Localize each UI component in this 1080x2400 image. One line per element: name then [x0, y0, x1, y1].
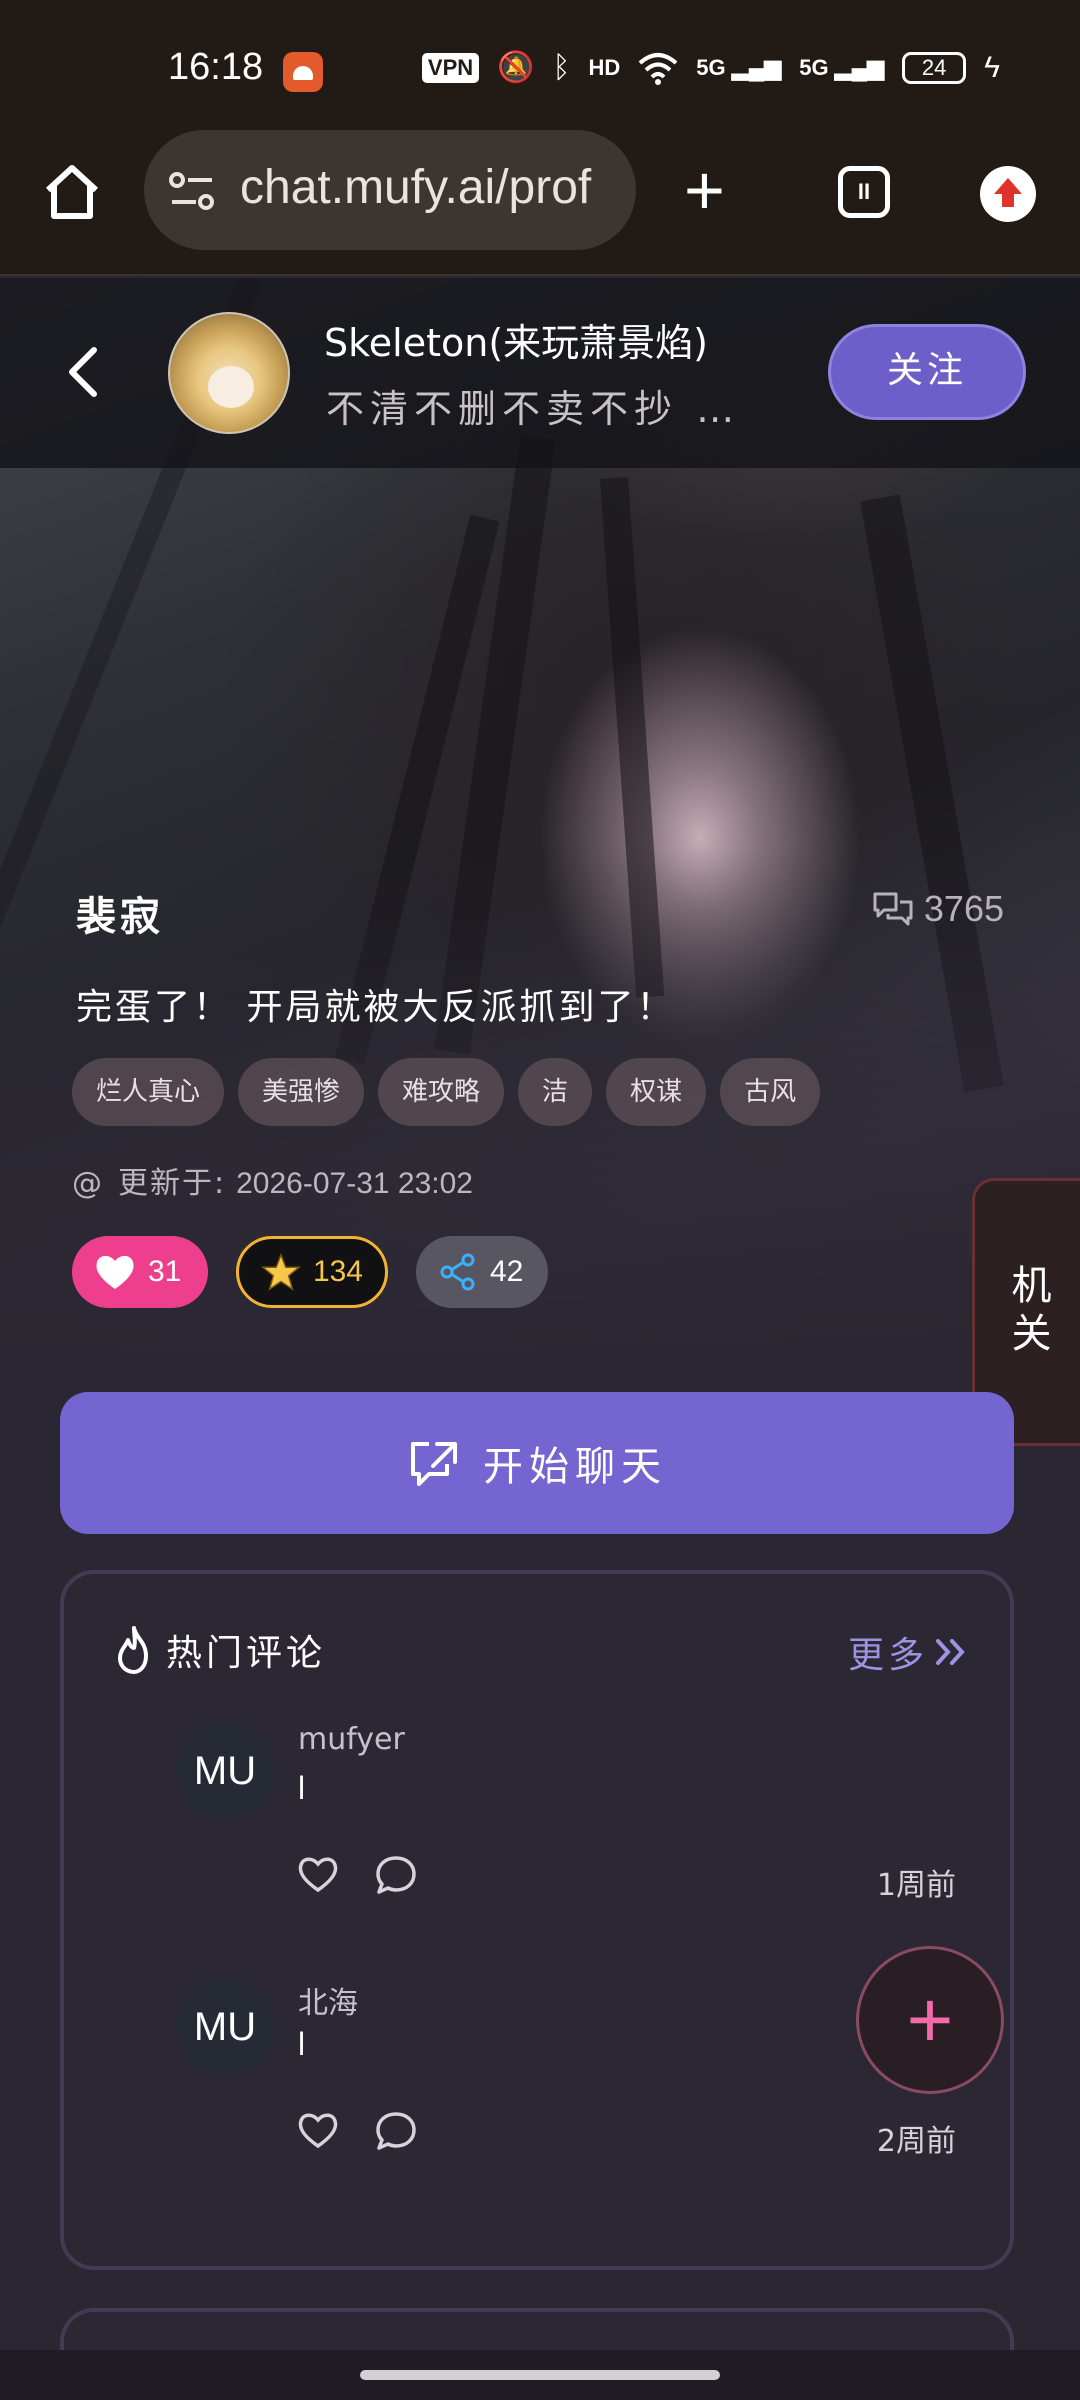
comment-time: 2周前	[876, 2124, 956, 2159]
comment-item: MU mufyer l 1周前	[176, 1722, 956, 1932]
wifi-icon	[638, 53, 678, 85]
comment-username[interactable]: 北海	[298, 1978, 358, 2022]
chat-bubbles-icon	[873, 892, 913, 926]
tag[interactable]: 烂人真心	[72, 1058, 225, 1126]
share-button[interactable]: 42	[416, 1236, 548, 1308]
creator-header: Skeleton(来玩萧景焰) 不清不删不卖不抄 … 关注	[0, 278, 1080, 468]
tag[interactable]: 美强惨	[238, 1058, 365, 1126]
like-count: 31	[148, 1255, 182, 1288]
follow-button[interactable]: 关注	[828, 324, 1026, 420]
new-tab-button[interactable]: +	[684, 155, 725, 225]
creator-name[interactable]: Skeleton(来玩萧景焰)	[324, 312, 708, 367]
start-chat-button[interactable]: 开始聊天	[60, 1392, 1014, 1534]
tag[interactable]: 难攻略	[378, 1058, 505, 1126]
updated-label: 更新于:	[118, 1166, 227, 1201]
updated-date: 2026-07-31 23:02	[236, 1167, 473, 1200]
add-floating-button[interactable]: +	[856, 1946, 1004, 2094]
update-icon[interactable]	[980, 166, 1036, 222]
comment-username[interactable]: mufyer	[298, 1722, 405, 1757]
chat-count: 3765	[872, 888, 1004, 930]
comment-item: MU 北海 l 2周前	[176, 1978, 956, 2188]
character-name: 裴寂	[76, 894, 164, 940]
more-comments-link[interactable]: 更多	[848, 1626, 968, 1678]
tag[interactable]: 权谋	[606, 1058, 707, 1126]
mute-icon: 🔕	[497, 51, 535, 84]
comment-bubble-icon[interactable]	[374, 1854, 418, 1896]
share-icon	[440, 1253, 475, 1291]
tag[interactable]: 洁	[518, 1058, 593, 1126]
browser-toolbar: chat.mufy.ai/prof + II	[0, 130, 1080, 276]
home-gesture-handle[interactable]	[360, 2370, 720, 2380]
start-chat-label: 开始聊天	[483, 1444, 667, 1490]
home-icon[interactable]	[42, 162, 102, 222]
comment-text: l	[298, 2026, 306, 2062]
tab-switcher-button[interactable]: II	[838, 166, 890, 218]
comments-title: 热门评论	[166, 1633, 327, 1674]
tag-list: 烂人真心 美强惨 难攻略 洁 权谋 古风	[72, 1058, 821, 1126]
favorite-count: 134	[312, 1255, 363, 1288]
hd-icon: HD	[588, 55, 621, 80]
battery-icon: 24	[902, 52, 967, 84]
flame-icon	[118, 1626, 148, 1674]
comment-text: l	[298, 1770, 306, 1806]
hot-comments-card: 热门评论 更多 MU mufyer l 1周前 MU 北海 l 2周前	[60, 1570, 1014, 2270]
creator-bio: 不清不删不卖不抄 …	[326, 387, 741, 431]
star-icon	[261, 1252, 301, 1291]
heart-icon	[96, 1255, 134, 1289]
like-button[interactable]: 31	[72, 1236, 208, 1308]
site-settings-icon[interactable]	[168, 170, 216, 214]
page: 16:18 VPN 🔕 ᛒ HD 5G ▂▄▆ 5G ▂▄▆ 24 ϟ chat…	[0, 0, 1080, 2400]
back-icon[interactable]	[62, 344, 106, 400]
status-bar: 16:18 VPN 🔕 ᛒ HD 5G ▂▄▆ 5G ▂▄▆ 24 ϟ	[0, 0, 1080, 130]
at-icon: @	[72, 1166, 104, 1201]
chat-count-value: 3765	[923, 888, 1004, 929]
comments-heading: 热门评论	[112, 1624, 326, 1676]
comment-time: 1周前	[876, 1868, 956, 1903]
status-time: 16:18	[168, 46, 264, 88]
comment-bubble-icon[interactable]	[374, 2110, 418, 2152]
signal-icon-1: 5G ▂▄▆	[696, 55, 782, 80]
character-tagline: 完蛋了！ 开局就被大反派抓到了！	[76, 987, 676, 1028]
favorite-button[interactable]: 134	[236, 1236, 388, 1308]
creator-avatar[interactable]	[168, 312, 290, 434]
app-notification-icon	[283, 52, 323, 92]
signal-icon-2: 5G ▂▄▆	[799, 55, 885, 80]
vpn-icon: VPN	[421, 53, 480, 83]
url-text[interactable]: chat.mufy.ai/prof	[240, 160, 624, 215]
heart-outline-icon[interactable]	[296, 2110, 340, 2150]
open-chat-icon	[411, 1442, 457, 1486]
address-bar[interactable]: chat.mufy.ai/prof	[144, 130, 636, 250]
updated-info: @ 更新于: 2026-07-31 23:02	[72, 1158, 473, 1202]
bluetooth-icon: ᛒ	[552, 51, 571, 84]
share-count: 42	[490, 1255, 524, 1288]
heart-outline-icon[interactable]	[296, 1854, 340, 1894]
charging-icon: ϟ	[984, 51, 1000, 84]
tag[interactable]: 古风	[720, 1058, 821, 1126]
stats-row: 31 134 42	[72, 1236, 548, 1308]
comment-avatar[interactable]: MU	[176, 1722, 274, 1820]
status-icons: VPN 🔕 ᛒ HD 5G ▂▄▆ 5G ▂▄▆ 24 ϟ	[421, 48, 1000, 88]
comment-avatar[interactable]: MU	[176, 1978, 274, 2076]
double-chevron-right-icon	[936, 1639, 965, 1665]
